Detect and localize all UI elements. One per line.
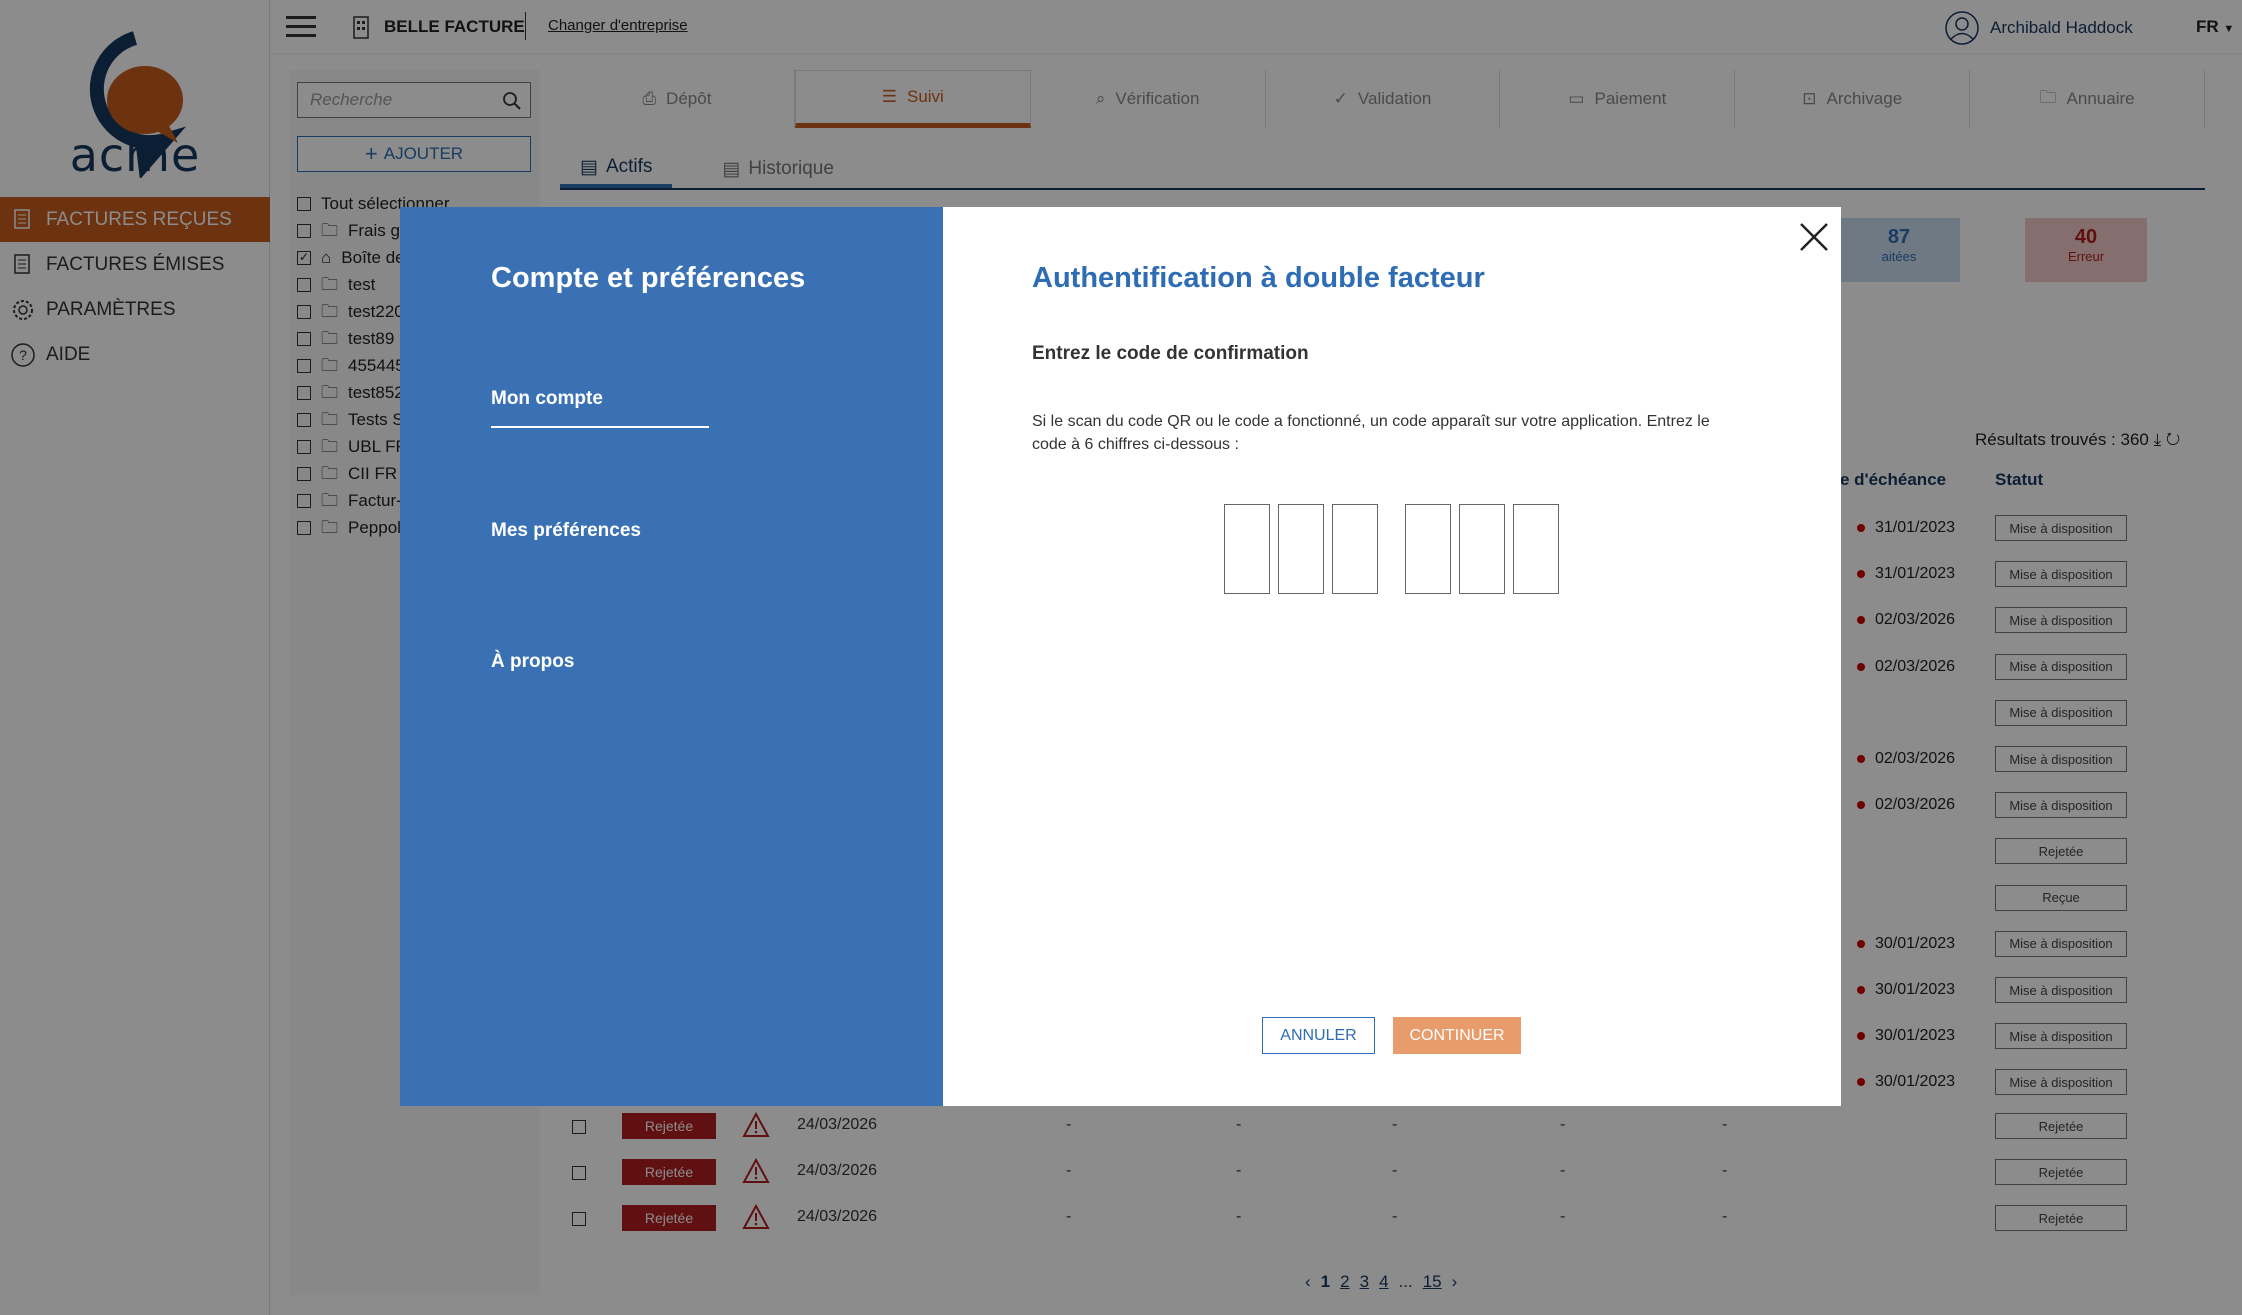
modal-content-panel [943, 207, 1841, 1106]
cancel-button[interactable]: ANNULER [1262, 1017, 1375, 1054]
modal-menu-panel [400, 207, 943, 1106]
continue-button[interactable]: CONTINUER [1393, 1017, 1521, 1054]
close-icon[interactable] [1797, 220, 1831, 254]
menu-mon-compte[interactable]: Mon compte [491, 388, 603, 410]
modal-subtitle: Entrez le code de confirmation [1032, 343, 1309, 364]
modal-title: Authentification à double facteur [1032, 262, 1485, 294]
code-digit-1[interactable] [1224, 504, 1270, 594]
menu-a-propos[interactable]: À propos [491, 651, 574, 673]
active-indicator [491, 426, 709, 428]
modal-description: Si le scan du code QR ou le code a fonct… [1032, 413, 1710, 453]
code-digit-3[interactable] [1332, 504, 1378, 594]
modal-menu-title: Compte et préférences [491, 262, 806, 294]
menu-mes-preferences[interactable]: Mes préférences [491, 520, 641, 542]
code-digit-4[interactable] [1405, 504, 1451, 594]
code-digit-5[interactable] [1459, 504, 1505, 594]
code-digit-2[interactable] [1278, 504, 1324, 594]
code-digit-6[interactable] [1513, 504, 1559, 594]
